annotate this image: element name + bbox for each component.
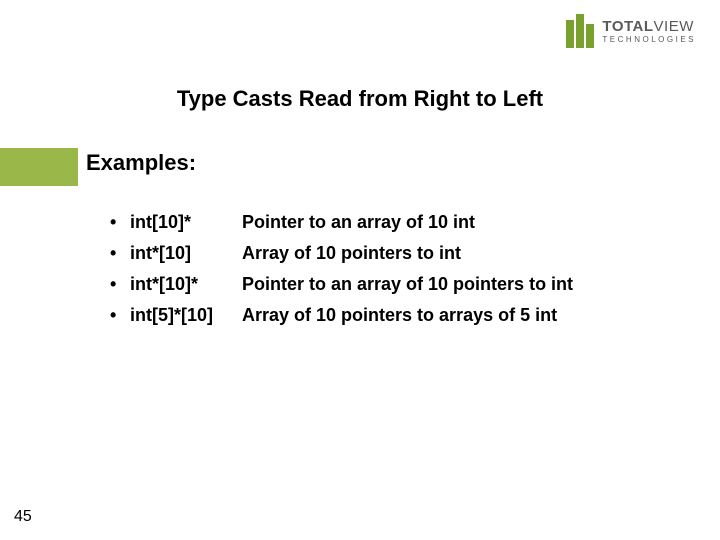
logo-name: TOTALVIEW bbox=[602, 19, 696, 34]
type-cast-code: int*[10]* bbox=[130, 274, 242, 295]
type-cast-desc: Array of 10 pointers to int bbox=[242, 243, 573, 264]
logo-bars-icon bbox=[566, 14, 594, 48]
type-cast-desc: Pointer to an array of 10 pointers to in… bbox=[242, 274, 573, 295]
logo-bar bbox=[586, 24, 594, 48]
logo-name-thin: VIEW bbox=[654, 18, 694, 35]
list-item: • int[10]* Pointer to an array of 10 int bbox=[110, 212, 573, 233]
logo-subtitle: TECHNOLOGIES bbox=[602, 36, 696, 44]
type-cast-desc: Array of 10 pointers to arrays of 5 int bbox=[242, 305, 573, 326]
type-cast-code: int*[10] bbox=[130, 243, 242, 264]
bullet-icon: • bbox=[110, 212, 130, 233]
slide-title: Type Casts Read from Right to Left bbox=[0, 86, 720, 112]
logo-bar bbox=[566, 20, 574, 48]
logo-text: TOTALVIEW TECHNOLOGIES bbox=[602, 19, 696, 44]
accent-block bbox=[0, 148, 78, 186]
type-cast-desc: Pointer to an array of 10 int bbox=[242, 212, 573, 233]
list-item: • int*[10]* Pointer to an array of 10 po… bbox=[110, 274, 573, 295]
list-item: • int*[10] Array of 10 pointers to int bbox=[110, 243, 573, 264]
bullet-icon: • bbox=[110, 305, 130, 326]
bullet-icon: • bbox=[110, 274, 130, 295]
slide: TOTALVIEW TECHNOLOGIES Type Casts Read f… bbox=[0, 0, 720, 540]
examples-heading: Examples: bbox=[86, 150, 196, 176]
logo-bar bbox=[576, 14, 584, 48]
list-item: • int[5]*[10] Array of 10 pointers to ar… bbox=[110, 305, 573, 326]
examples-list: • int[10]* Pointer to an array of 10 int… bbox=[110, 212, 573, 336]
bullet-icon: • bbox=[110, 243, 130, 264]
logo-name-strong: TOTAL bbox=[602, 18, 653, 35]
logo: TOTALVIEW TECHNOLOGIES bbox=[566, 14, 696, 48]
type-cast-code: int[5]*[10] bbox=[130, 305, 242, 326]
page-number: 45 bbox=[14, 508, 32, 526]
type-cast-code: int[10]* bbox=[130, 212, 242, 233]
